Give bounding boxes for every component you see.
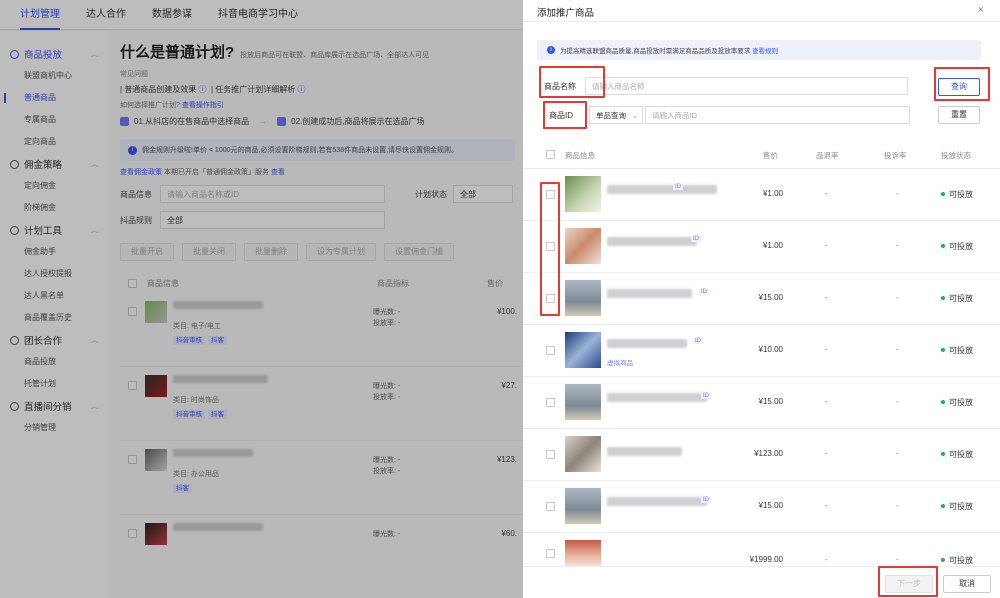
product-thumbnail [565, 436, 601, 472]
highlight-box [878, 566, 938, 597]
info-icon: i [547, 46, 555, 54]
drawer-title: 添加推广商品 [537, 8, 595, 19]
row-checkbox[interactable] [546, 398, 555, 407]
table-row: ¥1999.00 - - 可投放 [523, 533, 1000, 567]
status-badge: 可投放 [941, 241, 973, 252]
id-tag: ID [673, 184, 683, 190]
product-thumbnail [565, 228, 601, 264]
product-id-input[interactable]: 请输入商品ID [645, 106, 910, 124]
status-badge: 可投放 [941, 345, 973, 356]
product-thumbnail [565, 332, 601, 368]
product-name-blurred [607, 185, 717, 194]
table-row: ID ¥15.00 - - 可投放 [523, 273, 1000, 325]
status-badge: 可投放 [941, 501, 973, 512]
status-badge: 可投放 [941, 449, 973, 460]
drawer-header: 添加推广商品 × [523, 0, 1000, 22]
row-checkbox[interactable] [546, 549, 555, 558]
highlight-box [934, 67, 990, 101]
id-tag: ID [691, 236, 701, 242]
product-thumbnail [565, 176, 601, 212]
product-name-input[interactable]: 请输入商品名称 [585, 77, 908, 95]
modal-overlay[interactable] [0, 0, 523, 598]
reset-button[interactable]: 重置 [938, 106, 980, 124]
highlight-box [539, 66, 605, 98]
table-row: ID ¥15.00 - - 可投放 [523, 481, 1000, 533]
virtual-product-tag: 虚拟商品 [607, 360, 633, 367]
id-tag: ID [693, 338, 703, 344]
product-thumbnail [565, 540, 601, 567]
table-row: ID 虚拟商品 ¥10.00 - - 可投放 [523, 325, 1000, 377]
product-name-blurred [607, 289, 692, 298]
status-badge: 可投放 [941, 555, 973, 566]
add-product-drawer: 添加推广商品 × i 为提高精选联盟商品质量,商品投放时需满足商品品质及投放率要求… [523, 0, 1000, 598]
cancel-button[interactable]: 取消 [943, 575, 991, 593]
highlight-box [543, 101, 587, 129]
table-row: ID ¥15.00 - - 可投放 [523, 377, 1000, 429]
id-tag: ID [699, 289, 709, 295]
rules-link[interactable]: 查看规则 [752, 45, 778, 55]
select-all-checkbox[interactable] [546, 150, 555, 159]
table-row: ¥123.00 - - 可投放 [523, 429, 1000, 481]
product-name-blurred [607, 237, 697, 246]
product-thumbnail [565, 280, 601, 316]
product-name-blurred [607, 497, 707, 506]
close-icon[interactable]: × [978, 4, 984, 16]
highlight-box [540, 182, 560, 316]
product-thumbnail [565, 384, 601, 420]
table-row: ID ¥1.00 - - 可投放 [523, 221, 1000, 273]
row-checkbox[interactable] [546, 450, 555, 459]
status-badge: 可投放 [941, 397, 973, 408]
status-badge: 可投放 [941, 293, 973, 304]
product-name-blurred [607, 393, 707, 402]
product-name-blurred [607, 339, 687, 348]
drawer-info-bar: i 为提高精选联盟商品质量,商品投放时需满足商品品质及投放率要求 查看规则 [537, 40, 981, 60]
product-thumbnail [565, 488, 601, 524]
id-tag: ID [701, 393, 711, 399]
status-badge: 可投放 [941, 189, 973, 200]
drawer-footer: 下一步 取消 [523, 566, 1000, 598]
product-name-blurred [607, 447, 682, 456]
query-mode-select[interactable]: 单品查询 ⌄ [589, 106, 643, 124]
id-tag: ID [701, 497, 711, 503]
row-checkbox[interactable] [546, 346, 555, 355]
table-row: ID ¥1.00 - - 可投放 [523, 169, 1000, 221]
chevron-down-icon: ⌄ [631, 110, 638, 120]
row-checkbox[interactable] [546, 502, 555, 511]
